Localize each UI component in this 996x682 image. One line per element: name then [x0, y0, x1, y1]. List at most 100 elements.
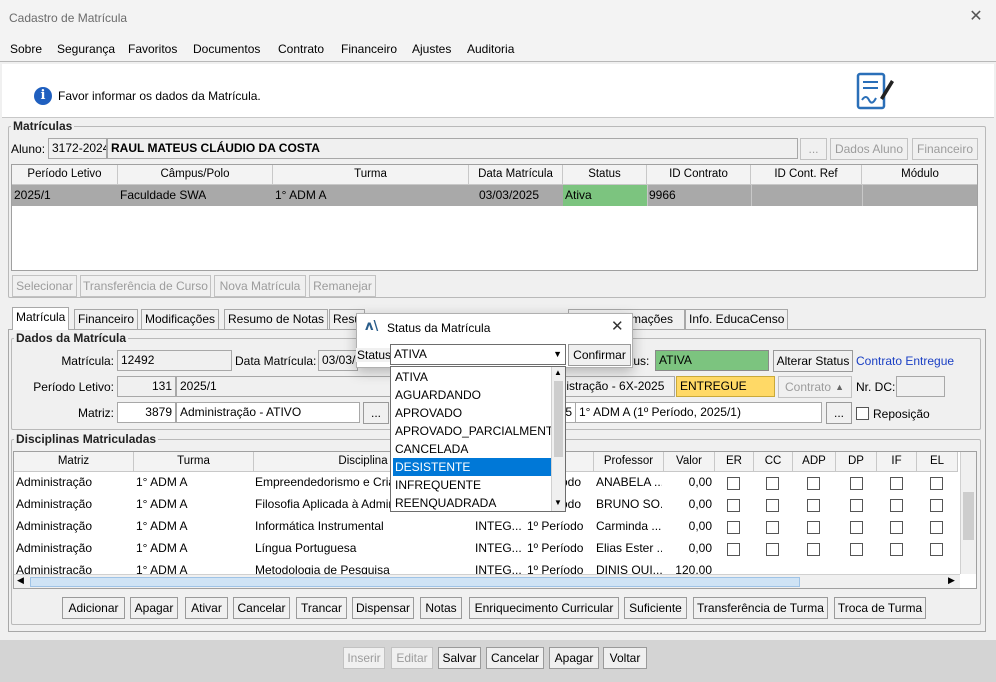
- vertical-scroll-thumb[interactable]: [963, 492, 974, 540]
- option-cancelada[interactable]: CANCELADA: [393, 440, 551, 458]
- col-professor[interactable]: Professor: [594, 452, 664, 472]
- status-dropdown-list[interactable]: ATIVA AGUARDANDO APROVADO APROVADO_PARCI…: [390, 366, 566, 512]
- dispensar-button[interactable]: Dispensar: [352, 597, 414, 619]
- curso-field[interactable]: inistração - 6X-2025: [553, 376, 675, 397]
- tab-info-educacenso[interactable]: Info. EducaCenso: [685, 309, 789, 329]
- alterar-status-button[interactable]: Alterar Status: [773, 350, 853, 372]
- if-checkbox[interactable]: [890, 477, 903, 490]
- suficiente-button[interactable]: Suficiente: [624, 597, 687, 619]
- col-matriz[interactable]: Matriz: [14, 452, 134, 472]
- table-row[interactable]: Administração 1° ADM A Metodologia de Pe…: [14, 560, 958, 574]
- dp-checkbox[interactable]: [850, 477, 863, 490]
- contrato-button[interactable]: Contrato ▲: [778, 376, 852, 398]
- adp-checkbox[interactable]: [807, 477, 820, 490]
- el-checkbox[interactable]: [930, 543, 943, 556]
- table-row[interactable]: 2025/1 Faculdade SWA 1° ADM A 03/03/2025…: [12, 185, 977, 206]
- cancelar-button[interactable]: Cancelar: [233, 597, 290, 619]
- nova-matricula-button[interactable]: Nova Matrícula: [214, 275, 306, 297]
- ativar-button[interactable]: Ativar: [185, 597, 228, 619]
- cc-checkbox[interactable]: [766, 499, 779, 512]
- scroll-up-icon[interactable]: ▲: [554, 368, 562, 377]
- aluno-lookup-button[interactable]: ...: [800, 138, 827, 160]
- cc-checkbox[interactable]: [766, 477, 779, 490]
- transferencia-turma-button[interactable]: Transferência de Turma: [693, 597, 828, 619]
- el-checkbox[interactable]: [930, 499, 943, 512]
- selecionar-button[interactable]: Selecionar: [12, 275, 77, 297]
- status-select[interactable]: ATIVA ▼: [390, 344, 566, 365]
- col-if[interactable]: IF: [877, 452, 917, 472]
- option-ativa[interactable]: ATIVA: [393, 368, 551, 386]
- dialog-close-icon[interactable]: ✕: [611, 317, 624, 335]
- col-el[interactable]: EL: [917, 452, 958, 472]
- col-adp[interactable]: ADP: [793, 452, 836, 472]
- if-checkbox[interactable]: [890, 499, 903, 512]
- adp-checkbox[interactable]: [807, 499, 820, 512]
- reposicao-checkbox[interactable]: [856, 407, 869, 420]
- aluno-code-field[interactable]: 3172-2024: [48, 138, 107, 159]
- dp-checkbox[interactable]: [850, 499, 863, 512]
- matriculas-grid[interactable]: Período Letivo Câmpus/Polo Turma Data Ma…: [11, 164, 978, 271]
- col-data-matricula[interactable]: Data Matrícula: [469, 165, 563, 185]
- cc-checkbox[interactable]: [766, 521, 779, 534]
- tab-resumo-notas[interactable]: Resumo de Notas: [224, 309, 329, 329]
- option-desistente[interactable]: DESISTENTE: [393, 458, 551, 476]
- col-dp[interactable]: DP: [836, 452, 877, 472]
- menu-favoritos[interactable]: Favoritos: [128, 42, 177, 56]
- voltar-button[interactable]: Voltar: [603, 647, 647, 669]
- option-aguardando[interactable]: AGUARDANDO: [393, 386, 551, 404]
- menu-seguranca[interactable]: Segurança: [57, 42, 115, 56]
- remanejar-button[interactable]: Remanejar: [309, 275, 376, 297]
- notas-button[interactable]: Notas: [420, 597, 462, 619]
- periodo-id-field[interactable]: 131: [117, 376, 176, 397]
- confirmar-button[interactable]: Confirmar: [568, 344, 631, 366]
- matriz-id-field[interactable]: 3879: [117, 402, 176, 423]
- if-checkbox[interactable]: [890, 543, 903, 556]
- option-infrequente[interactable]: INFREQUENTE: [393, 476, 551, 494]
- col-campus-polo[interactable]: Câmpus/Polo: [118, 165, 273, 185]
- menu-financeiro[interactable]: Financeiro: [341, 42, 397, 56]
- inserir-button[interactable]: Inserir: [343, 647, 385, 669]
- footer-cancelar-button[interactable]: Cancelar: [486, 647, 544, 669]
- turma-lookup-button[interactable]: ...: [826, 402, 852, 424]
- menu-contrato[interactable]: Contrato: [278, 42, 324, 56]
- editar-button[interactable]: Editar: [391, 647, 433, 669]
- col-turma[interactable]: Turma: [273, 165, 469, 185]
- troca-turma-button[interactable]: Troca de Turma: [834, 597, 926, 619]
- col-id-cont-ref[interactable]: ID Cont. Ref: [751, 165, 862, 185]
- scroll-left-icon[interactable]: ◀: [17, 575, 24, 586]
- matricula-field[interactable]: 12492: [117, 350, 232, 371]
- matriz-field[interactable]: Administração - ATIVO: [176, 402, 360, 423]
- col-periodo-letivo[interactable]: Período Letivo: [12, 165, 118, 185]
- table-row[interactable]: Administração 1° ADM A Língua Portuguesa…: [14, 538, 958, 560]
- contrato-entregue-link[interactable]: Contrato Entregue: [856, 354, 954, 368]
- vertical-scrollbar[interactable]: [960, 452, 976, 574]
- scroll-down-icon[interactable]: ▼: [554, 498, 562, 507]
- menu-documentos[interactable]: Documentos: [193, 42, 260, 56]
- dp-checkbox[interactable]: [850, 521, 863, 534]
- menu-sobre[interactable]: Sobre: [10, 42, 42, 56]
- dropdown-scrollbar[interactable]: ▲ ▼: [551, 367, 565, 511]
- aluno-name-field[interactable]: RAUL MATEUS CLÁUDIO DA COSTA: [107, 138, 798, 159]
- periodo-field[interactable]: 2025/1: [176, 376, 392, 397]
- status-field[interactable]: ATIVA: [655, 350, 769, 371]
- turma-field[interactable]: 1° ADM A (1º Período, 2025/1): [575, 402, 822, 423]
- tab-modificacoes[interactable]: Modificações: [141, 309, 220, 329]
- if-checkbox[interactable]: [890, 521, 903, 534]
- tab-matricula[interactable]: Matrícula: [12, 307, 70, 330]
- option-aprovado[interactable]: APROVADO: [393, 404, 551, 422]
- adp-checkbox[interactable]: [807, 543, 820, 556]
- table-row[interactable]: Administração 1° ADM A Informática Instr…: [14, 516, 958, 538]
- adicionar-button[interactable]: Adicionar: [62, 597, 125, 619]
- tab-financeiro[interactable]: Financeiro: [74, 309, 139, 329]
- option-reenquadrada[interactable]: REENQUADRADA: [393, 494, 551, 512]
- close-icon[interactable]: ✕: [966, 7, 986, 27]
- er-checkbox[interactable]: [727, 477, 740, 490]
- col-er[interactable]: ER: [715, 452, 754, 472]
- menu-auditoria[interactable]: Auditoria: [467, 42, 514, 56]
- er-checkbox[interactable]: [727, 543, 740, 556]
- col-cc[interactable]: CC: [754, 452, 793, 472]
- dropdown-scroll-thumb[interactable]: [554, 381, 563, 457]
- apagar-button[interactable]: Apagar: [130, 597, 178, 619]
- data-matricula-field[interactable]: 03/03/: [318, 350, 358, 371]
- option-aprovado-parcialmente[interactable]: APROVADO_PARCIALMENTE: [393, 422, 561, 440]
